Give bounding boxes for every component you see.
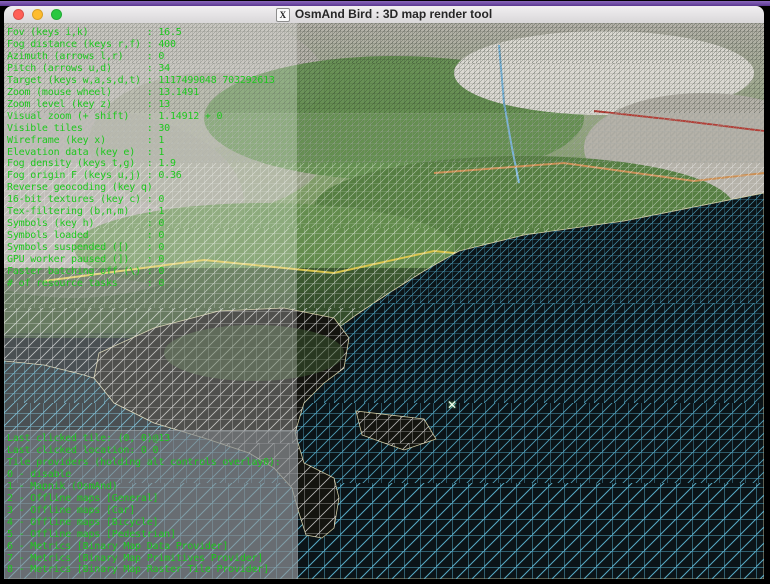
window-title-text: OsmAnd Bird : 3D map render tool (295, 6, 492, 23)
map-viewport[interactable]: Fov (keys i,k) : 16.5 Fog distance (keys… (4, 23, 764, 579)
app-window: X OsmAnd Bird : 3D map render tool (4, 6, 764, 579)
minimize-button[interactable] (32, 9, 43, 20)
maximize-button[interactable] (51, 9, 62, 20)
x11-app-icon: X (276, 8, 290, 22)
window-title: X OsmAnd Bird : 3D map render tool (276, 6, 492, 23)
close-button[interactable] (13, 9, 24, 20)
titlebar[interactable]: X OsmAnd Bird : 3D map render tool (4, 6, 764, 24)
debug-hud: Fov (keys i,k) : 16.5 Fog distance (keys… (7, 27, 275, 290)
cursor-marker-icon: ✕ (447, 398, 457, 412)
tile-providers-text: Last clicked tile: (0, 0)@13 Last clicke… (7, 433, 281, 576)
traffic-lights (13, 9, 62, 20)
tile-providers-panel: Last clicked tile: (0, 0)@13 Last clicke… (4, 430, 298, 579)
